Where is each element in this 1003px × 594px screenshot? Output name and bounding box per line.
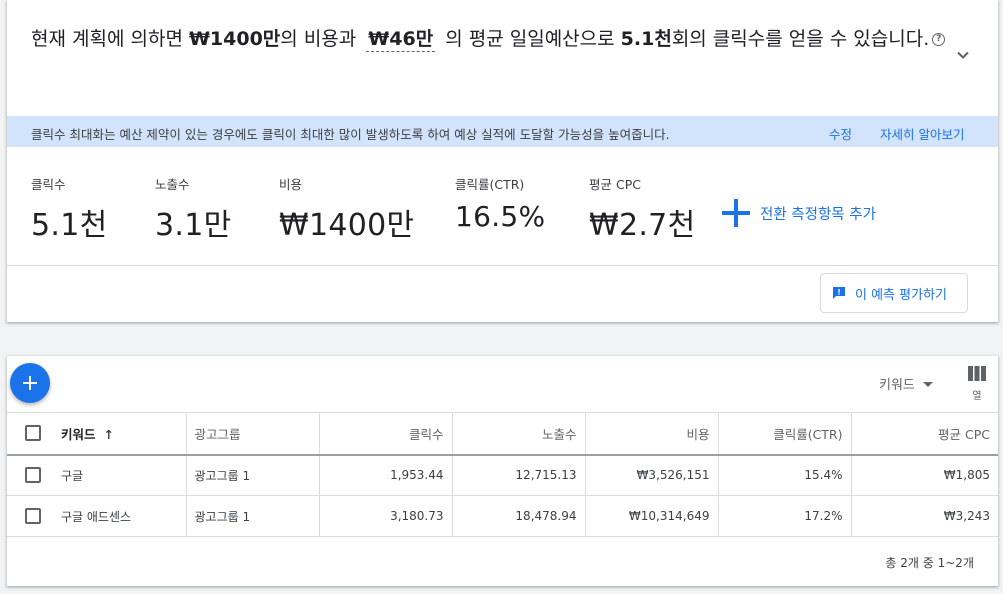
header-impressions[interactable]: 노출수 [451, 412, 585, 456]
columns-label: 열 [972, 391, 982, 402]
edit-link[interactable]: 수정 [829, 124, 852, 143]
cell-impressions: 12,715.13 [451, 454, 585, 496]
forecast-summary-text: 현재 계획에 의하면 ₩1400만의 비용과 ₩46만 의 평균 일일예산으로 … [31, 24, 951, 54]
keyword-table-card: 키워드 열 키워드 ↑ 광고그룹 클릭수 노출수 비용 클릭률(CTR) 평균 C… [7, 356, 998, 586]
cell-keyword: 구글 애드센스 [49, 495, 186, 537]
add-keyword-fab[interactable] [10, 363, 50, 403]
header-cost[interactable]: 비용 [584, 412, 718, 456]
dropdown-arrow-icon [922, 382, 933, 387]
add-conversion-metric-button[interactable]: 전환 측정항목 추가 [721, 198, 876, 228]
metric-label: 비용 [279, 177, 303, 192]
select-all-cell [7, 412, 49, 456]
sort-ascending-icon: ↑ [103, 426, 114, 442]
cell-avg-cpc: ₩3,243 [850, 495, 998, 537]
learn-more-link[interactable]: 자세히 알아보기 [880, 124, 964, 143]
cell-cost: ₩3,526,151 [584, 454, 718, 496]
rate-forecast-button[interactable]: 이 예측 평가하기 [820, 273, 968, 313]
metric-value: 16.5% [455, 200, 546, 233]
table-row: 구글 광고그룹 1 1,953.44 12,715.13 ₩3,526,151 … [7, 454, 998, 496]
daily-budget-value[interactable]: ₩46만 [366, 27, 436, 52]
metric-avg-cpc: 평균 CPC ₩2.7천 [589, 174, 695, 244]
metric-label: 클릭률(CTR) [455, 177, 525, 192]
header-clicks[interactable]: 클릭수 [318, 412, 452, 456]
select-all-checkbox[interactable] [25, 425, 41, 442]
cell-clicks: 1,953.44 [318, 454, 452, 496]
info-banner: 클릭수 최대화는 예산 제약이 있는 경우에도 클릭이 최대한 많이 발생하도록… [7, 116, 998, 147]
plus-icon [722, 199, 750, 227]
metric-clicks: 클릭수 5.1천 [31, 174, 108, 244]
metric-value: 3.1만 [155, 208, 232, 243]
feedback-icon [833, 287, 845, 299]
add-conversion-label: 전환 측정항목 추가 [760, 206, 876, 223]
cell-ctr: 17.2% [717, 495, 851, 537]
cell-cost: ₩10,314,649 [584, 495, 718, 537]
metric-cost: 비용 ₩1400만 [279, 174, 414, 244]
row-select-cell [7, 495, 49, 537]
divider [7, 265, 998, 266]
table-row: 구글 애드센스 광고그룹 1 3,180.73 18,478.94 ₩10,31… [7, 495, 998, 537]
level-dropdown-label: 키워드 [879, 378, 915, 393]
cell-avg-cpc: ₩1,805 [850, 454, 998, 496]
metric-label: 평균 CPC [589, 177, 641, 192]
banner-message: 클릭수 최대화는 예산 제약이 있는 경우에도 클릭이 최대한 많이 발생하도록… [31, 127, 670, 142]
header-ctr[interactable]: 클릭률(CTR) [717, 412, 851, 456]
rate-forecast-label: 이 예측 평가하기 [855, 287, 947, 303]
cell-keyword: 구글 [49, 454, 186, 496]
columns-icon [968, 366, 986, 381]
plus-icon [23, 376, 37, 390]
header-ad-group[interactable]: 광고그룹 [185, 412, 319, 456]
summary-cost: ₩1400만 [188, 28, 281, 50]
cell-ctr: 15.4% [717, 454, 851, 496]
metric-impressions: 노출수 3.1만 [155, 174, 232, 244]
cell-impressions: 18,478.94 [451, 495, 585, 537]
metric-value: ₩2.7천 [589, 208, 696, 243]
summary-clicks: 5.1천 [620, 28, 672, 50]
cell-ad-group: 광고그룹 1 [185, 495, 319, 537]
forecast-summary-card: 현재 계획에 의하면 ₩1400만의 비용과 ₩46만 의 평균 일일예산으로 … [7, 0, 998, 322]
metric-value: 5.1천 [31, 208, 108, 243]
metric-ctr: 클릭률(CTR) 16.5% [455, 174, 545, 233]
row-checkbox[interactable] [25, 508, 41, 524]
cell-clicks: 3,180.73 [318, 495, 452, 537]
pagination-summary: 총 2개 중 1~2개 [885, 556, 974, 570]
cell-ad-group: 광고그룹 1 [185, 454, 319, 496]
level-dropdown[interactable]: 키워드 [879, 374, 933, 393]
metric-label: 클릭수 [31, 177, 66, 192]
row-checkbox[interactable] [25, 467, 41, 484]
columns-button[interactable]: 열 [963, 366, 991, 402]
header-keyword[interactable]: 키워드 ↑ [49, 412, 186, 456]
table-header-row: 키워드 ↑ 광고그룹 클릭수 노출수 비용 클릭률(CTR) 평균 CPC [7, 412, 998, 456]
keyword-table: 키워드 ↑ 광고그룹 클릭수 노출수 비용 클릭률(CTR) 평균 CPC 구글 … [7, 412, 998, 537]
header-avg-cpc[interactable]: 평균 CPC [850, 412, 998, 456]
metric-label: 노출수 [155, 177, 190, 192]
row-select-cell [7, 454, 49, 496]
metric-value: ₩1400만 [279, 208, 415, 243]
chevron-down-icon[interactable] [956, 48, 970, 62]
help-icon[interactable]: ? [932, 33, 946, 46]
